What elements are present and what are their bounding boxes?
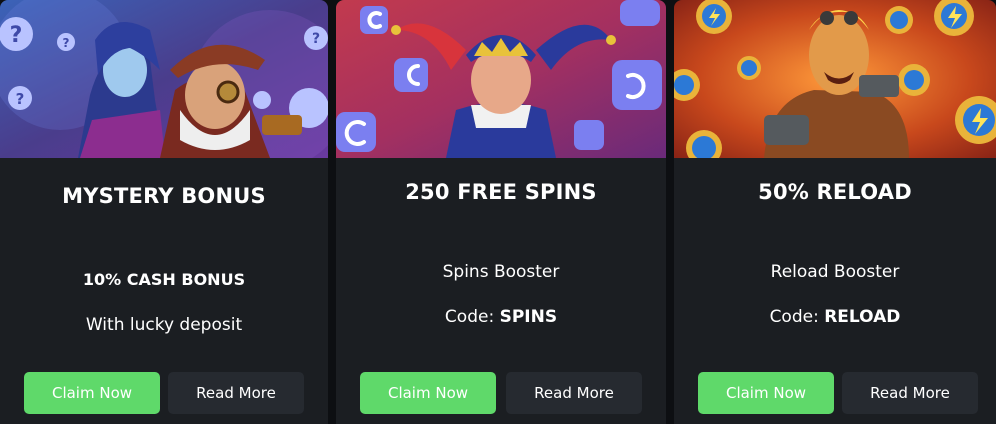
bonus-card-mystery: ? ? ? ? MYSTERY BONUS 10% CASH BONUS Wit… bbox=[0, 0, 328, 424]
claim-now-button[interactable]: Claim Now bbox=[24, 372, 160, 414]
card-title: MYSTERY BONUS bbox=[62, 184, 266, 208]
bonus-card-reload: 50% RELOAD Reload Booster Code: RELOAD C… bbox=[674, 0, 996, 424]
promo-code: Code: SPINS bbox=[336, 307, 666, 327]
card-offer: Spins Booster bbox=[442, 262, 560, 282]
promo-code-value: RELOAD bbox=[824, 307, 901, 327]
promo-code-label: Code: bbox=[769, 307, 819, 327]
svg-text:?: ? bbox=[312, 31, 320, 47]
card-offer: Reload Booster bbox=[770, 262, 900, 282]
promo-code-value: SPINS bbox=[499, 307, 558, 327]
read-more-button[interactable]: Read More bbox=[842, 372, 978, 414]
promo-code-label: Code: bbox=[444, 307, 495, 327]
card-offer: 10% CASH BONUS bbox=[82, 270, 246, 289]
card-title: 250 FREE SPINS bbox=[405, 180, 597, 204]
svg-text:?: ? bbox=[63, 36, 70, 50]
card-title: 50% RELOAD bbox=[758, 180, 912, 204]
svg-text:?: ? bbox=[16, 90, 25, 108]
card-subtitle: With lucky deposit bbox=[85, 315, 243, 335]
read-more-button[interactable]: Read More bbox=[168, 372, 304, 414]
reload-image bbox=[674, 0, 996, 158]
claim-now-button[interactable]: Claim Now bbox=[698, 372, 834, 414]
free-spins-image bbox=[336, 0, 666, 158]
bonus-card-free-spins: 250 FREE SPINS Spins Booster Code: SPINS… bbox=[336, 0, 666, 424]
promo-code: Code: RELOAD bbox=[674, 307, 996, 327]
svg-text:?: ? bbox=[10, 23, 23, 48]
read-more-button[interactable]: Read More bbox=[506, 372, 642, 414]
mystery-bonus-image: ? ? ? ? bbox=[0, 0, 328, 158]
claim-now-button[interactable]: Claim Now bbox=[360, 372, 496, 414]
